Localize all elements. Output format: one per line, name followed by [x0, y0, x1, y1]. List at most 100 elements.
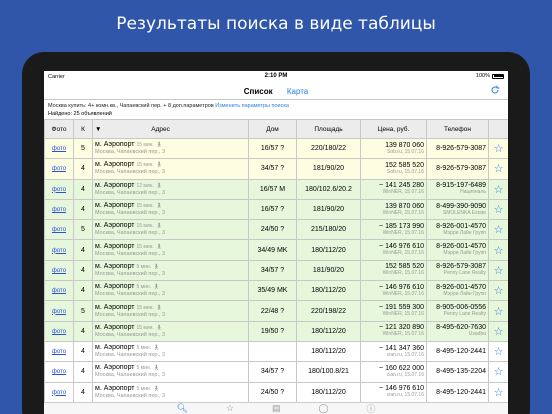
- favorite-star-icon[interactable]: ☆: [488, 340, 508, 363]
- table-row[interactable]: фото 4 м. Аэропорт 5 мин. 🚶︎ Москва, Чапаев…: [44, 280, 508, 302]
- price-source: Sob.ru, 15.07.16: [387, 148, 424, 155]
- photo-link[interactable]: фото: [52, 329, 66, 335]
- phone-number[interactable]: 8-915-197-6489: [427, 182, 486, 189]
- phone-cell[interactable]: 8-926-001-4570 Мэрри Лайн Групп: [426, 239, 489, 261]
- photo-link[interactable]: фото: [52, 166, 66, 172]
- col-address[interactable]: ▼ Адрес: [92, 119, 249, 139]
- favorite-star-icon[interactable]: ☆: [488, 219, 508, 241]
- phone-number[interactable]: 8-926-579-3087: [427, 263, 486, 270]
- agency-name: Мэрри Лайн Групп: [443, 250, 486, 257]
- house-cell: [248, 340, 297, 363]
- photo-link[interactable]: фото: [52, 187, 66, 193]
- walk-icon: 🚶︎: [155, 142, 163, 149]
- phone-cell[interactable]: 8-926-579-3087 Penny Lane Realty: [426, 259, 489, 282]
- table-row[interactable]: фото 5 м. Аэропорт 15 мин. 🚶︎ Москва, Чапае…: [44, 137, 508, 160]
- change-search-link[interactable]: Изменить параметры поиска: [215, 103, 289, 109]
- favorite-star-icon[interactable]: ☆: [488, 198, 508, 221]
- rooms-cell: 4: [73, 259, 93, 282]
- favorite-star-icon[interactable]: ☆: [488, 381, 508, 403]
- address-cell: м. Аэропорт 15 мин. 🚶︎ Москва, Чапаевский…: [92, 320, 249, 342]
- phone-cell[interactable]: 8-926-001-4570 Мэрри Лайн Групп: [426, 280, 489, 302]
- photo-cell: фото: [44, 340, 74, 363]
- favorite-star-icon[interactable]: ☆: [488, 300, 508, 322]
- phone-number[interactable]: 8-926-001-4570: [427, 284, 486, 291]
- favorite-star-icon[interactable]: ☆: [488, 259, 508, 282]
- col-rooms[interactable]: К: [73, 119, 93, 139]
- table-row[interactable]: фото 4 м. Аэропорт 5 мин. 🚶︎ Москва, Чапаев…: [44, 340, 508, 363]
- phone-number[interactable]: 8-926-579-3087: [427, 165, 486, 172]
- table-row[interactable]: фото 4 м. Аэропорт 15 мин. 🚶︎ Москва, Чапае…: [44, 320, 508, 342]
- photo-cell: фото: [44, 320, 74, 342]
- table-row[interactable]: фото 5 м. Аэропорт 15 мин. 🚶︎ Москва, Чапае…: [44, 300, 508, 322]
- photo-link[interactable]: фото: [52, 207, 66, 213]
- table-row[interactable]: фото 4 м. Аэропорт 15 мин. 🚶︎ Москва, Чапае…: [44, 198, 508, 221]
- app-screen: Carrier 2:10 PM 100% Список Карта Москва…: [44, 71, 508, 414]
- phone-cell[interactable]: 8-905-006-0556 Penny Lane Realty: [426, 300, 489, 322]
- phone-number[interactable]: 8-926-001-4570: [427, 223, 486, 230]
- area-cell: 220/180/22: [296, 137, 361, 160]
- phone-number[interactable]: 8-495-120-2441: [427, 389, 486, 396]
- metro-name: м. Аэропорт: [95, 222, 135, 230]
- photo-link[interactable]: фото: [52, 146, 66, 152]
- photo-link[interactable]: фото: [52, 369, 66, 375]
- col-photo[interactable]: Фото: [44, 119, 74, 139]
- table-row[interactable]: фото 5 м. Аэропорт 15 мин. 🚶︎ Москва, Чапае…: [44, 219, 508, 241]
- agency-name: Penny Lane Realty: [443, 311, 486, 318]
- table-row[interactable]: фото 4 м. Аэропорт 5 мин. 🚶︎ Москва, Чапаев…: [44, 381, 508, 403]
- table-row[interactable]: фото 4 м. Аэропорт 15 мин. 🚶︎ Москва, Чапае…: [44, 239, 508, 261]
- address-cell: м. Аэропорт 5 мин. 🚶︎ Москва, Чапаевский …: [92, 259, 249, 282]
- photo-link[interactable]: фото: [52, 268, 66, 274]
- area-cell: 215/180/20: [296, 219, 361, 241]
- tab-map[interactable]: Карта: [287, 87, 308, 96]
- price-cell: 152 585 520 Sob.ru, 15.07.16: [360, 158, 427, 180]
- phone-cell[interactable]: 8-495-135-2204: [426, 361, 489, 383]
- area-cell: 180/112/20: [296, 280, 361, 302]
- phone-number[interactable]: 8-905-006-0556: [427, 304, 486, 311]
- document-icon[interactable]: ▤: [272, 403, 281, 414]
- agency-name: Националь: [460, 189, 486, 196]
- phone-cell[interactable]: 8-499-390-9090 SMOLENKA Estate: [426, 198, 489, 221]
- col-area[interactable]: Площадь: [296, 119, 361, 139]
- phone-number[interactable]: 8-495-620-7630: [427, 324, 486, 331]
- phone-cell[interactable]: 8-926-579-3087: [426, 158, 489, 180]
- favorite-star-icon[interactable]: ☆: [488, 137, 508, 160]
- phone-cell[interactable]: 8-495-120-2441: [426, 381, 489, 403]
- info-icon[interactable]: ⓘ: [367, 402, 376, 414]
- phone-cell[interactable]: 8-915-197-6489 Националь: [426, 178, 489, 200]
- photo-link[interactable]: фото: [52, 349, 66, 355]
- phone-cell[interactable]: 8-495-620-7630 Usadba: [426, 320, 489, 342]
- phone-number[interactable]: 8-499-390-9090: [427, 203, 486, 210]
- table-row[interactable]: фото 4 м. Аэропорт 15 мин. 🚶︎ Москва, Чапае…: [44, 158, 508, 180]
- favorite-star-icon[interactable]: ☆: [488, 239, 508, 261]
- table-row[interactable]: фото 4 м. Аэропорт 12 мин. 🚶︎ Москва, Чапае…: [44, 178, 508, 200]
- col-price[interactable]: Цена, руб.: [360, 119, 427, 139]
- photo-link[interactable]: фото: [52, 227, 66, 233]
- favorite-star-icon[interactable]: ☆: [488, 158, 508, 180]
- favorite-star-icon[interactable]: ☆: [488, 178, 508, 200]
- favorite-star-icon[interactable]: ☆: [488, 361, 508, 383]
- col-phone[interactable]: Телефон: [426, 119, 489, 139]
- favorites-star-icon[interactable]: ☆: [226, 403, 234, 414]
- price-source: WinNER, 15.07.16: [382, 209, 424, 216]
- table-row[interactable]: фото 4 м. Аэропорт 5 мин. 🚶︎ Москва, Чапаев…: [44, 259, 508, 282]
- photo-link[interactable]: фото: [52, 248, 66, 254]
- phone-number[interactable]: 8-495-135-2204: [427, 368, 486, 375]
- photo-link[interactable]: фото: [52, 390, 66, 396]
- phone-number[interactable]: 8-495-120-2441: [427, 348, 486, 355]
- table-row[interactable]: фото 4 м. Аэропорт 5 мин. 🚶︎ Москва, Чапаев…: [44, 361, 508, 383]
- user-icon[interactable]: ◯: [318, 403, 328, 414]
- tab-list[interactable]: Список: [244, 87, 273, 96]
- sort-desc-icon[interactable]: ▼: [95, 126, 101, 133]
- phone-number[interactable]: 8-926-579-3087: [427, 145, 486, 152]
- favorite-star-icon[interactable]: ☆: [488, 280, 508, 302]
- photo-link[interactable]: фото: [52, 288, 66, 294]
- refresh-icon[interactable]: [490, 85, 500, 95]
- phone-cell[interactable]: 8-495-120-2441: [426, 340, 489, 363]
- photo-link[interactable]: фото: [52, 309, 66, 315]
- phone-cell[interactable]: 8-926-579-3087: [426, 137, 489, 160]
- col-house[interactable]: Дом: [248, 119, 297, 139]
- area-cell: 180/112/20: [296, 239, 361, 261]
- favorite-star-icon[interactable]: ☆: [488, 320, 508, 342]
- phone-cell[interactable]: 8-926-001-4570 Мэрри Лайн Групп: [426, 219, 489, 241]
- search-icon[interactable]: 🔍︎: [176, 403, 187, 414]
